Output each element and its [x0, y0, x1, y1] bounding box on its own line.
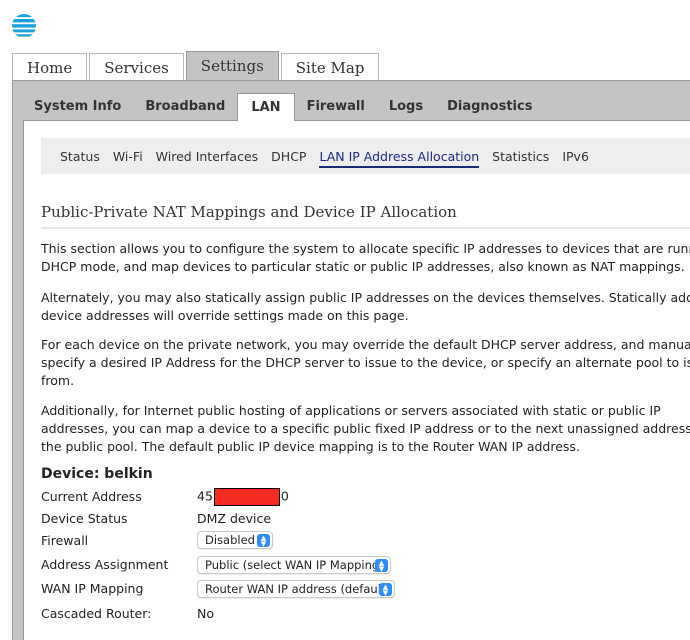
current-address-label: Current Address — [41, 489, 142, 504]
current-address-value: 45 0 — [197, 488, 289, 506]
tab-firewall[interactable]: Firewall — [295, 93, 377, 120]
att-globe-icon — [12, 14, 36, 37]
nav-ipv6[interactable]: IPv6 — [562, 149, 589, 164]
select-arrows-icon: ▲ ▼ — [257, 534, 270, 547]
cascaded-router-label: Cascaded Router: — [41, 606, 152, 621]
top-tab-bar: Home Services Settings Site Map — [12, 51, 381, 80]
tab-logs[interactable]: Logs — [377, 93, 435, 120]
tab-system-info[interactable]: System Info — [22, 93, 133, 120]
text-line: For each device on the private network, … — [41, 337, 690, 352]
tab-site-map[interactable]: Site Map — [280, 53, 380, 80]
address-suffix: 0 — [280, 488, 289, 504]
address-assignment-label: Address Assignment — [41, 557, 169, 572]
title-divider — [41, 227, 690, 229]
address-assignment-select-value: Public (select WAN IP Mapping) — [205, 558, 384, 572]
nav-statistics[interactable]: Statistics — [492, 149, 549, 164]
text-line: addresses, you can map a device to a spe… — [41, 421, 690, 436]
text-line: DHCP mode, and map devices to particular… — [41, 259, 685, 274]
device-status-label: Device Status — [41, 511, 128, 526]
select-arrows-icon: ▲ ▼ — [375, 559, 388, 572]
nav-status[interactable]: Status — [60, 149, 100, 164]
select-arrows-icon: ▲ ▼ — [379, 583, 392, 596]
tab-diagnostics[interactable]: Diagnostics — [435, 93, 544, 120]
tab-broadband[interactable]: Broadband — [133, 93, 237, 120]
static-assign-paragraph: Alternately, you may also statically ass… — [41, 289, 690, 325]
wan-ip-mapping-label: WAN IP Mapping — [41, 581, 144, 596]
nav-wired-interfaces[interactable]: Wired Interfaces — [156, 149, 259, 164]
wan-ip-mapping-select-value: Router WAN IP address (default) — [205, 582, 390, 596]
text-line: the public pool. The default public IP d… — [41, 439, 580, 454]
firewall-label: Firewall — [41, 533, 89, 548]
nav-wifi[interactable]: Wi-Fi — [113, 149, 143, 164]
page-title: Public-Private NAT Mappings and Device I… — [41, 203, 457, 221]
text-line: device addresses will override settings … — [41, 308, 409, 323]
tab-settings[interactable]: Settings — [185, 51, 279, 80]
tab-lan[interactable]: LAN — [237, 93, 295, 121]
text-line: Additionally, for Internet public hostin… — [41, 403, 661, 418]
address-prefix: 45 — [197, 488, 213, 504]
tab-home[interactable]: Home — [12, 53, 88, 80]
cascaded-router-value: No — [197, 606, 214, 621]
device-status-value: DMZ device — [197, 511, 272, 526]
text-line: This section allows you to configure the… — [41, 241, 690, 256]
text-line: Alternately, you may also statically ass… — [41, 290, 690, 305]
tab-services[interactable]: Services — [89, 53, 184, 80]
nav-dhcp[interactable]: DHCP — [271, 149, 306, 164]
public-hosting-paragraph: Additionally, for Internet public hostin… — [41, 402, 690, 456]
text-line: from. — [41, 373, 75, 388]
firewall-select[interactable]: Disabled ▲ ▼ — [197, 531, 273, 549]
nav-lan-ip-address-allocation[interactable]: LAN IP Address Allocation — [319, 149, 479, 168]
settings-sub-tab-bar: System Info Broadband LAN Firewall Logs … — [22, 93, 544, 121]
lan-sub-nav: Status Wi-Fi Wired Interfaces DHCP LAN I… — [41, 138, 690, 174]
firewall-select-value: Disabled — [205, 533, 255, 547]
wan-ip-mapping-select[interactable]: Router WAN IP address (default) ▲ ▼ — [197, 580, 395, 598]
redaction-box — [213, 488, 280, 506]
intro-paragraph: This section allows you to configure the… — [41, 240, 690, 276]
text-line: specify a desired IP Address for the DHC… — [41, 355, 690, 370]
device-heading: Device: belkin — [41, 466, 153, 482]
address-assignment-select[interactable]: Public (select WAN IP Mapping) ▲ ▼ — [197, 556, 391, 574]
dhcp-override-paragraph: For each device on the private network, … — [41, 336, 690, 390]
